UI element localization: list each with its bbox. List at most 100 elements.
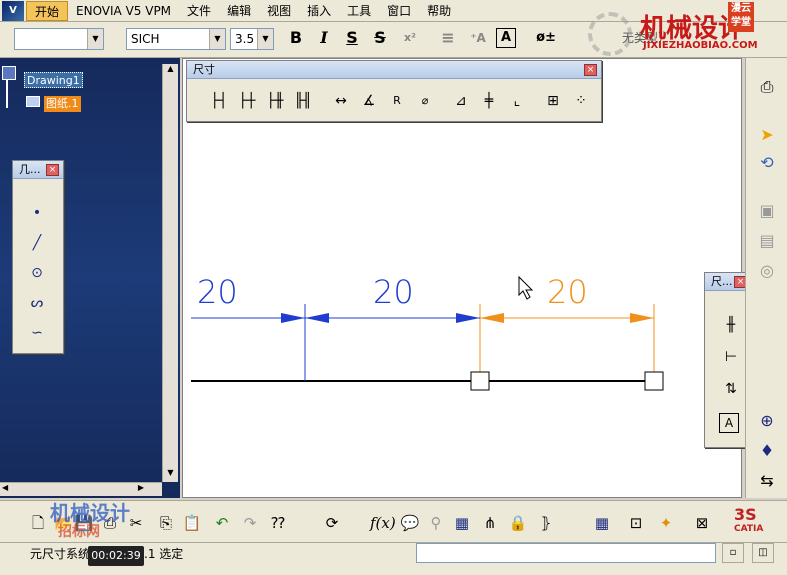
arrow-head xyxy=(480,313,504,323)
circle-icon[interactable]: ⊙ xyxy=(25,261,49,285)
font-size-combo[interactable]: 3.5 ▼ xyxy=(230,28,274,50)
comment-icon[interactable]: 💬 xyxy=(398,511,422,535)
scroll-up-icon[interactable]: ▲ xyxy=(163,64,178,78)
axis-icon[interactable]: ⊕ xyxy=(754,408,780,434)
close-icon[interactable]: × xyxy=(46,164,59,176)
formula-icon[interactable]: f(x) xyxy=(370,511,396,535)
lock-icon[interactable]: 🔒 xyxy=(506,511,530,535)
cumulated-dimension-icon[interactable]: ├╫ xyxy=(263,89,287,113)
menu-file[interactable]: 文件 xyxy=(179,1,219,21)
copy-icon[interactable]: ⎘ xyxy=(154,511,178,535)
diameter-dimension-icon[interactable]: ⌀ xyxy=(413,89,437,113)
menu-help[interactable]: 帮助 xyxy=(419,1,459,21)
chamfer-dimension-icon[interactable]: ⊿ xyxy=(449,89,473,113)
align-left-icon[interactable]: ≡ xyxy=(436,26,460,50)
bold-button[interactable]: B xyxy=(284,26,308,50)
style-combo[interactable]: ▼ xyxy=(14,28,104,50)
arrow-head xyxy=(281,313,305,323)
close-icon[interactable]: × xyxy=(584,64,597,76)
analysis-icon[interactable]: ✦ xyxy=(654,511,678,535)
tree-vertical-scrollbar[interactable]: ▲ ▼ xyxy=(162,64,178,482)
point-handle[interactable] xyxy=(644,371,664,391)
command-input[interactable] xyxy=(416,543,716,563)
underline-button[interactable]: S xyxy=(340,26,364,50)
text-anchor-icon[interactable]: ⁺A xyxy=(466,26,490,50)
redo-icon[interactable]: ↷ xyxy=(238,511,262,535)
thread-dimension-icon[interactable]: ╪ xyxy=(477,89,501,113)
line-icon[interactable]: ╱ xyxy=(25,231,49,255)
radius-dimension-icon[interactable]: R xyxy=(385,89,409,113)
detail-icon[interactable]: ◎ xyxy=(754,258,780,284)
menu-tools[interactable]: 工具 xyxy=(339,1,379,21)
font-name-combo[interactable]: SICH ▼ xyxy=(126,28,226,50)
dimension-text-2[interactable]: 20 xyxy=(373,273,414,311)
menu-window[interactable]: 窗口 xyxy=(379,1,419,21)
menu-view[interactable]: 视图 xyxy=(259,1,299,21)
help-icon[interactable]: ⁇ xyxy=(266,511,290,535)
italic-button[interactable]: I xyxy=(312,26,336,50)
dimension-text-3[interactable]: 20 xyxy=(547,273,588,311)
curve-icon[interactable]: ∽ xyxy=(25,321,49,345)
stacked-dimension-icon[interactable]: ╟╢ xyxy=(291,89,315,113)
superscript-button[interactable]: x² xyxy=(398,26,422,50)
angle-dimension-icon[interactable]: ∡ xyxy=(357,89,381,113)
table-icon[interactable]: ▦ xyxy=(450,511,474,535)
text-icon[interactable]: A xyxy=(719,413,739,433)
drawing-canvas[interactable]: 20 20 20 xyxy=(182,58,742,498)
update-icon[interactable]: ⟳ xyxy=(320,511,344,535)
chained-dimension-icon[interactable]: ╫ xyxy=(719,313,743,337)
length-dimension-icon[interactable]: ↔ xyxy=(329,89,353,113)
light-icon[interactable]: ⚲ xyxy=(424,511,448,535)
hole-table-icon[interactable]: ⊞ xyxy=(541,89,565,113)
chevron-down-icon: ▼ xyxy=(257,29,273,49)
tree-sheet[interactable]: 图纸.1 xyxy=(44,96,81,112)
frame-button[interactable]: A xyxy=(496,28,516,48)
arrow-swap-icon[interactable]: ⇆ xyxy=(754,468,780,494)
view-icon[interactable]: ▣ xyxy=(754,198,780,224)
catia-brand-logo: 3S CATIA xyxy=(734,505,764,534)
tree-icon[interactable]: ⋔ xyxy=(478,511,502,535)
catia-logo-icon[interactable]: V xyxy=(2,0,24,21)
printer-icon[interactable]: ⎙ xyxy=(754,74,780,100)
chained-dimension-icon[interactable]: ├┼ xyxy=(235,89,259,113)
point-handle[interactable] xyxy=(470,371,490,391)
undo-icon[interactable]: ↶ xyxy=(210,511,234,535)
menu-enovia[interactable]: ENOVIA V5 VPM xyxy=(68,1,179,21)
menu-start[interactable]: 开始 xyxy=(26,0,69,21)
rotate-icon[interactable]: ⟲ xyxy=(754,150,780,176)
paste-icon[interactable]: 📋 xyxy=(180,511,204,535)
video-timer: 00:02:39 xyxy=(88,546,144,566)
dimension-icon[interactable]: ├┤ xyxy=(207,89,231,113)
section-icon[interactable]: ▤ xyxy=(754,228,780,254)
point-table-icon[interactable]: ⁘ xyxy=(569,89,593,113)
filter-icon[interactable]: ⊠ xyxy=(690,511,714,535)
tree-root-drawing[interactable]: Drawing1 xyxy=(24,72,83,88)
arrow-head xyxy=(456,313,480,323)
scroll-down-icon[interactable]: ▼ xyxy=(163,468,178,482)
menu-edit[interactable]: 编辑 xyxy=(219,1,259,21)
select-arrow-icon[interactable]: ➤ xyxy=(754,122,780,148)
search-icon[interactable]: ◫ xyxy=(752,543,774,563)
scroll-left-icon[interactable]: ◀ xyxy=(2,483,8,492)
dimension-break-icon[interactable]: ⇅ xyxy=(719,377,743,401)
geometry-toolbar: 几... × • ╱ ⊙ ᔕ ∽ xyxy=(12,160,64,354)
tree-horizontal-scrollbar[interactable]: ◀ ▶ xyxy=(0,482,162,496)
stop-icon[interactable]: ▫ xyxy=(722,543,744,563)
point-icon[interactable]: • xyxy=(25,201,49,225)
dimension-toolbar-title[interactable]: 尺寸 xyxy=(187,61,601,79)
chevron-down-icon: ▼ xyxy=(87,29,103,49)
grid-icon[interactable]: ▦ xyxy=(590,511,614,535)
measure-icon[interactable]: ♦ xyxy=(754,438,780,464)
snap-icon[interactable]: ⊡ xyxy=(624,511,648,535)
new-icon[interactable]: 🗋 xyxy=(26,511,50,535)
menu-insert[interactable]: 插入 xyxy=(299,1,339,21)
coordinate-dimension-icon[interactable]: ⌞ xyxy=(505,89,529,113)
symbol-icon[interactable]: ø± xyxy=(534,26,558,50)
scroll-right-icon[interactable]: ▶ xyxy=(138,483,144,492)
sheet-icon xyxy=(26,96,40,107)
spline-icon[interactable]: ᔕ xyxy=(25,291,49,315)
bracket-icon[interactable]: ⦄ xyxy=(534,511,558,535)
dimension-edit-icon[interactable]: ⊢ xyxy=(719,345,743,369)
dimension-text-1[interactable]: 20 xyxy=(197,273,238,311)
strikethrough-button[interactable]: S xyxy=(368,26,392,50)
